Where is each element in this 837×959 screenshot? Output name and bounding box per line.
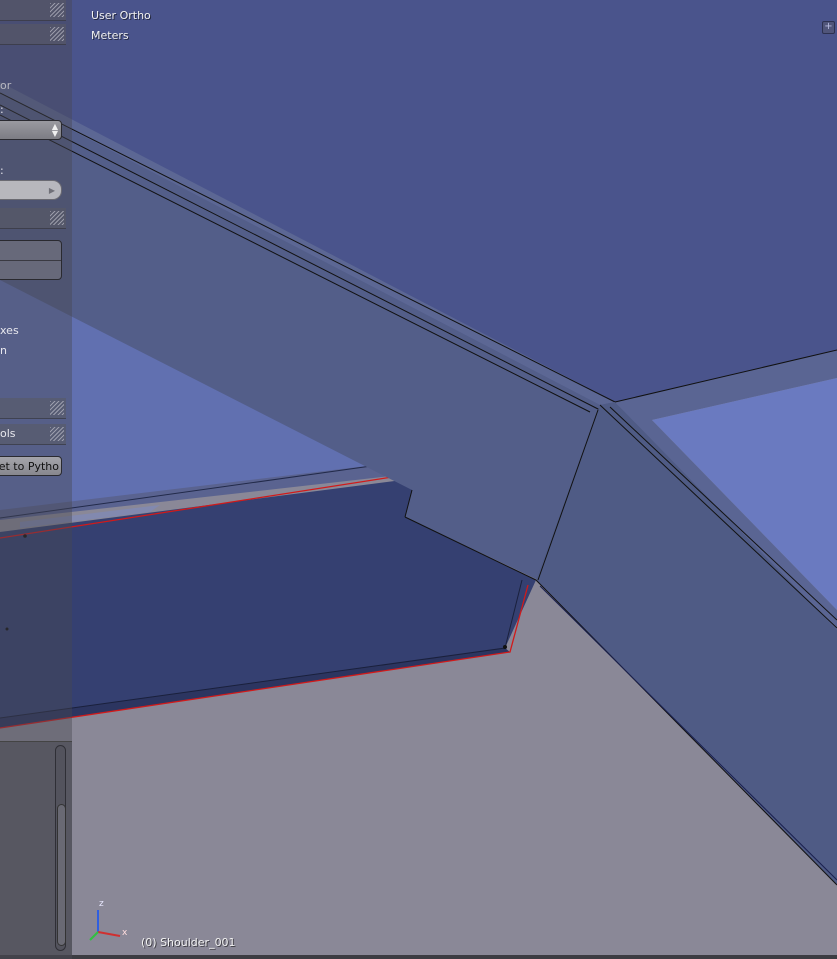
panel-text-fragment: :	[0, 164, 4, 177]
units-label: Meters	[91, 29, 129, 42]
panel-header[interactable]: ols	[0, 424, 66, 445]
value-slider[interactable]: ▶	[0, 180, 62, 200]
panel-header[interactable]	[0, 24, 66, 45]
drag-grip-icon[interactable]	[50, 211, 64, 225]
axis-z-label: z	[99, 899, 104, 909]
drag-grip-icon[interactable]	[50, 27, 64, 41]
panel-text-fragment: :	[0, 103, 4, 116]
viewport-bottom-border	[0, 955, 837, 959]
drag-grip-icon[interactable]	[50, 401, 64, 415]
axis-x-label: x	[122, 928, 128, 938]
scrollbar[interactable]	[55, 745, 66, 951]
panel-header[interactable]	[0, 0, 66, 21]
python-button[interactable]: dget to Pytho	[0, 456, 62, 476]
slider-arrow-icon: ▶	[48, 186, 55, 195]
panel-title: ols	[0, 427, 16, 440]
python-button-label: dget to Pytho	[0, 460, 59, 473]
plus-icon[interactable]: +	[822, 21, 835, 34]
list-field[interactable]	[0, 240, 62, 280]
view-mode-label: User Ortho	[91, 9, 151, 22]
panel-text-fragment: xes	[0, 324, 19, 337]
panel-text-fragment: or	[0, 79, 12, 92]
mode-select[interactable]: ▲ ▼	[0, 120, 62, 140]
vertex	[503, 645, 507, 649]
3d-viewport[interactable]: User Ortho Meters (0) Shoulder_001 z x +	[0, 0, 837, 959]
axis-gizmo: z x	[84, 898, 134, 948]
viewport-scene	[0, 0, 837, 959]
scrollbar-thumb[interactable]	[57, 804, 66, 946]
panel-text-fragment: n	[0, 344, 7, 357]
panel-header[interactable]	[0, 208, 66, 229]
drag-grip-icon[interactable]	[50, 3, 64, 17]
drag-grip-icon[interactable]	[50, 427, 64, 441]
tool-shelf[interactable]: or : ▲▼ : ▶ xes n ols dget to Pytho	[0, 0, 72, 959]
active-object-label: (0) Shoulder_001	[141, 936, 236, 949]
panel-header[interactable]	[0, 398, 66, 419]
updown-arrows-icon: ▲ ▼	[51, 122, 58, 138]
